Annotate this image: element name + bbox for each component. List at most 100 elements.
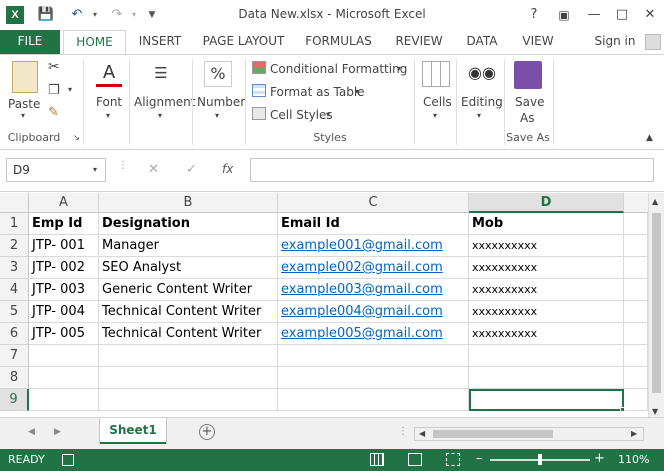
font-button-label[interactable]: Font (96, 95, 122, 109)
cell-c1[interactable]: Email Id (278, 213, 469, 235)
save-as-icon[interactable] (514, 61, 542, 89)
normal-view-icon[interactable] (370, 453, 384, 466)
select-all-corner[interactable] (0, 193, 29, 213)
cell-b2[interactable]: Manager (99, 235, 278, 257)
cell-b7[interactable] (99, 345, 278, 367)
help-button[interactable]: ? (522, 4, 546, 26)
cell-c4[interactable]: example003@gmail.com (278, 279, 469, 301)
zoom-out-button[interactable]: – (476, 451, 483, 466)
cell-e2[interactable] (624, 235, 648, 257)
alignment-button-label[interactable]: Alignment (134, 95, 195, 109)
scroll-left-icon[interactable]: ◀ (419, 429, 425, 438)
cell-e3[interactable] (624, 257, 648, 279)
collapse-ribbon-icon[interactable]: ▲ (646, 133, 653, 143)
prev-sheet-icon[interactable]: ◀ (28, 427, 35, 437)
row-header[interactable]: 2 (0, 235, 29, 257)
format-as-table-dropdown-icon[interactable]: ▾ (355, 87, 359, 96)
conditional-formatting-dropdown-icon[interactable]: ▾ (397, 64, 401, 73)
tab-split-icon[interactable]: ⋮ (398, 426, 408, 437)
cell-d4[interactable]: xxxxxxxxxx (469, 279, 624, 301)
scroll-right-icon[interactable]: ▶ (631, 429, 637, 438)
ribbon-display-options-icon[interactable]: ▣ (552, 4, 576, 26)
cells-dropdown-icon[interactable]: ▾ (433, 111, 437, 120)
cell-a2[interactable]: JTP- 001 (29, 235, 99, 257)
page-layout-view-icon[interactable] (408, 453, 422, 466)
cell-a4[interactable]: JTP- 003 (29, 279, 99, 301)
zoom-level[interactable]: 110% (618, 453, 649, 466)
cell-b5[interactable]: Technical Content Writer (99, 301, 278, 323)
cell-e5[interactable] (624, 301, 648, 323)
minimize-button[interactable]: — (582, 4, 606, 26)
maximize-button[interactable]: □ (610, 4, 634, 26)
row-header[interactable]: 9 (0, 389, 29, 411)
cell-c9[interactable] (278, 389, 469, 411)
save-as-line2[interactable]: As (520, 111, 534, 125)
cell-a6[interactable]: JTP- 005 (29, 323, 99, 345)
cell-b3[interactable]: SEO Analyst (99, 257, 278, 279)
formula-input[interactable] (250, 158, 654, 182)
cell-styles-dropdown-icon[interactable]: ▾ (326, 110, 330, 119)
column-header-a[interactable]: A (29, 193, 99, 213)
scroll-down-icon[interactable]: ▼ (652, 407, 658, 416)
column-header-e[interactable] (624, 193, 648, 213)
cell-c8[interactable] (278, 367, 469, 389)
font-icon[interactable]: A (96, 61, 122, 87)
zoom-slider-thumb[interactable] (538, 454, 542, 465)
name-box[interactable]: D9 ▾ (6, 158, 106, 182)
font-dropdown-icon[interactable]: ▾ (106, 111, 110, 120)
conditional-formatting-button[interactable]: Conditional Formatting (270, 62, 407, 76)
cell-a3[interactable]: JTP- 002 (29, 257, 99, 279)
cell-a7[interactable] (29, 345, 99, 367)
cell-b4[interactable]: Generic Content Writer (99, 279, 278, 301)
sheet-tab-sheet1[interactable]: Sheet1 (100, 418, 166, 444)
cell-d7[interactable] (469, 345, 624, 367)
clipboard-launcher-icon[interactable]: ↘ (73, 133, 80, 142)
tab-page-layout[interactable]: PAGE LAYOUT (195, 30, 292, 54)
cell-b1[interactable]: Designation (99, 213, 278, 235)
add-sheet-icon[interactable]: + (199, 424, 215, 440)
tab-formulas[interactable]: FORMULAS (297, 30, 380, 54)
paste-icon[interactable] (12, 61, 38, 93)
cell-c2[interactable]: example001@gmail.com (278, 235, 469, 257)
column-header-c[interactable]: C (278, 193, 469, 213)
tab-review[interactable]: REVIEW (388, 30, 450, 54)
cell-b8[interactable] (99, 367, 278, 389)
cell-e1[interactable] (624, 213, 648, 235)
cancel-entry-icon[interactable]: ✕ (148, 162, 159, 177)
format-painter-icon[interactable]: ✎ (48, 105, 59, 120)
number-dropdown-icon[interactable]: ▾ (215, 111, 219, 120)
insert-function-icon[interactable]: fx (222, 162, 233, 176)
cell-c7[interactable] (278, 345, 469, 367)
cell-d5[interactable]: xxxxxxxxxx (469, 301, 624, 323)
cells-icon[interactable] (422, 61, 450, 87)
cell-d8[interactable] (469, 367, 624, 389)
cell-d2[interactable]: xxxxxxxxxx (469, 235, 624, 257)
name-box-dropdown-icon[interactable]: ▾ (93, 165, 97, 174)
save-as-line1[interactable]: Save (515, 95, 544, 109)
enter-entry-icon[interactable]: ✓ (186, 162, 197, 177)
find-binoculars-icon[interactable]: ◉◉ (468, 61, 496, 87)
cell-e6[interactable] (624, 323, 648, 345)
page-break-view-icon[interactable] (446, 453, 460, 466)
cell-e8[interactable] (624, 367, 648, 389)
tab-data[interactable]: DATA (458, 30, 506, 54)
number-format-icon[interactable]: % (204, 61, 232, 87)
scroll-up-icon[interactable]: ▲ (652, 197, 658, 206)
row-header[interactable]: 1 (0, 213, 29, 235)
cell-a9[interactable] (29, 389, 99, 411)
vertical-scrollbar[interactable]: ▲ ▼ (648, 193, 664, 423)
row-header[interactable]: 8 (0, 367, 29, 389)
copy-icon[interactable]: ❐ (48, 83, 60, 98)
tab-home[interactable]: HOME (63, 30, 126, 54)
alignment-icon[interactable]: ☰ (147, 61, 175, 87)
macro-record-icon[interactable] (62, 454, 74, 466)
hscroll-thumb[interactable] (433, 430, 553, 438)
tab-insert[interactable]: INSERT (130, 30, 190, 54)
close-button[interactable]: ✕ (638, 4, 662, 26)
cell-a5[interactable]: JTP- 004 (29, 301, 99, 323)
user-avatar-icon[interactable] (645, 34, 661, 50)
cell-c5[interactable]: example004@gmail.com (278, 301, 469, 323)
scroll-thumb[interactable] (652, 213, 661, 393)
cell-b6[interactable]: Technical Content Writer (99, 323, 278, 345)
cell-e9[interactable] (624, 389, 648, 411)
